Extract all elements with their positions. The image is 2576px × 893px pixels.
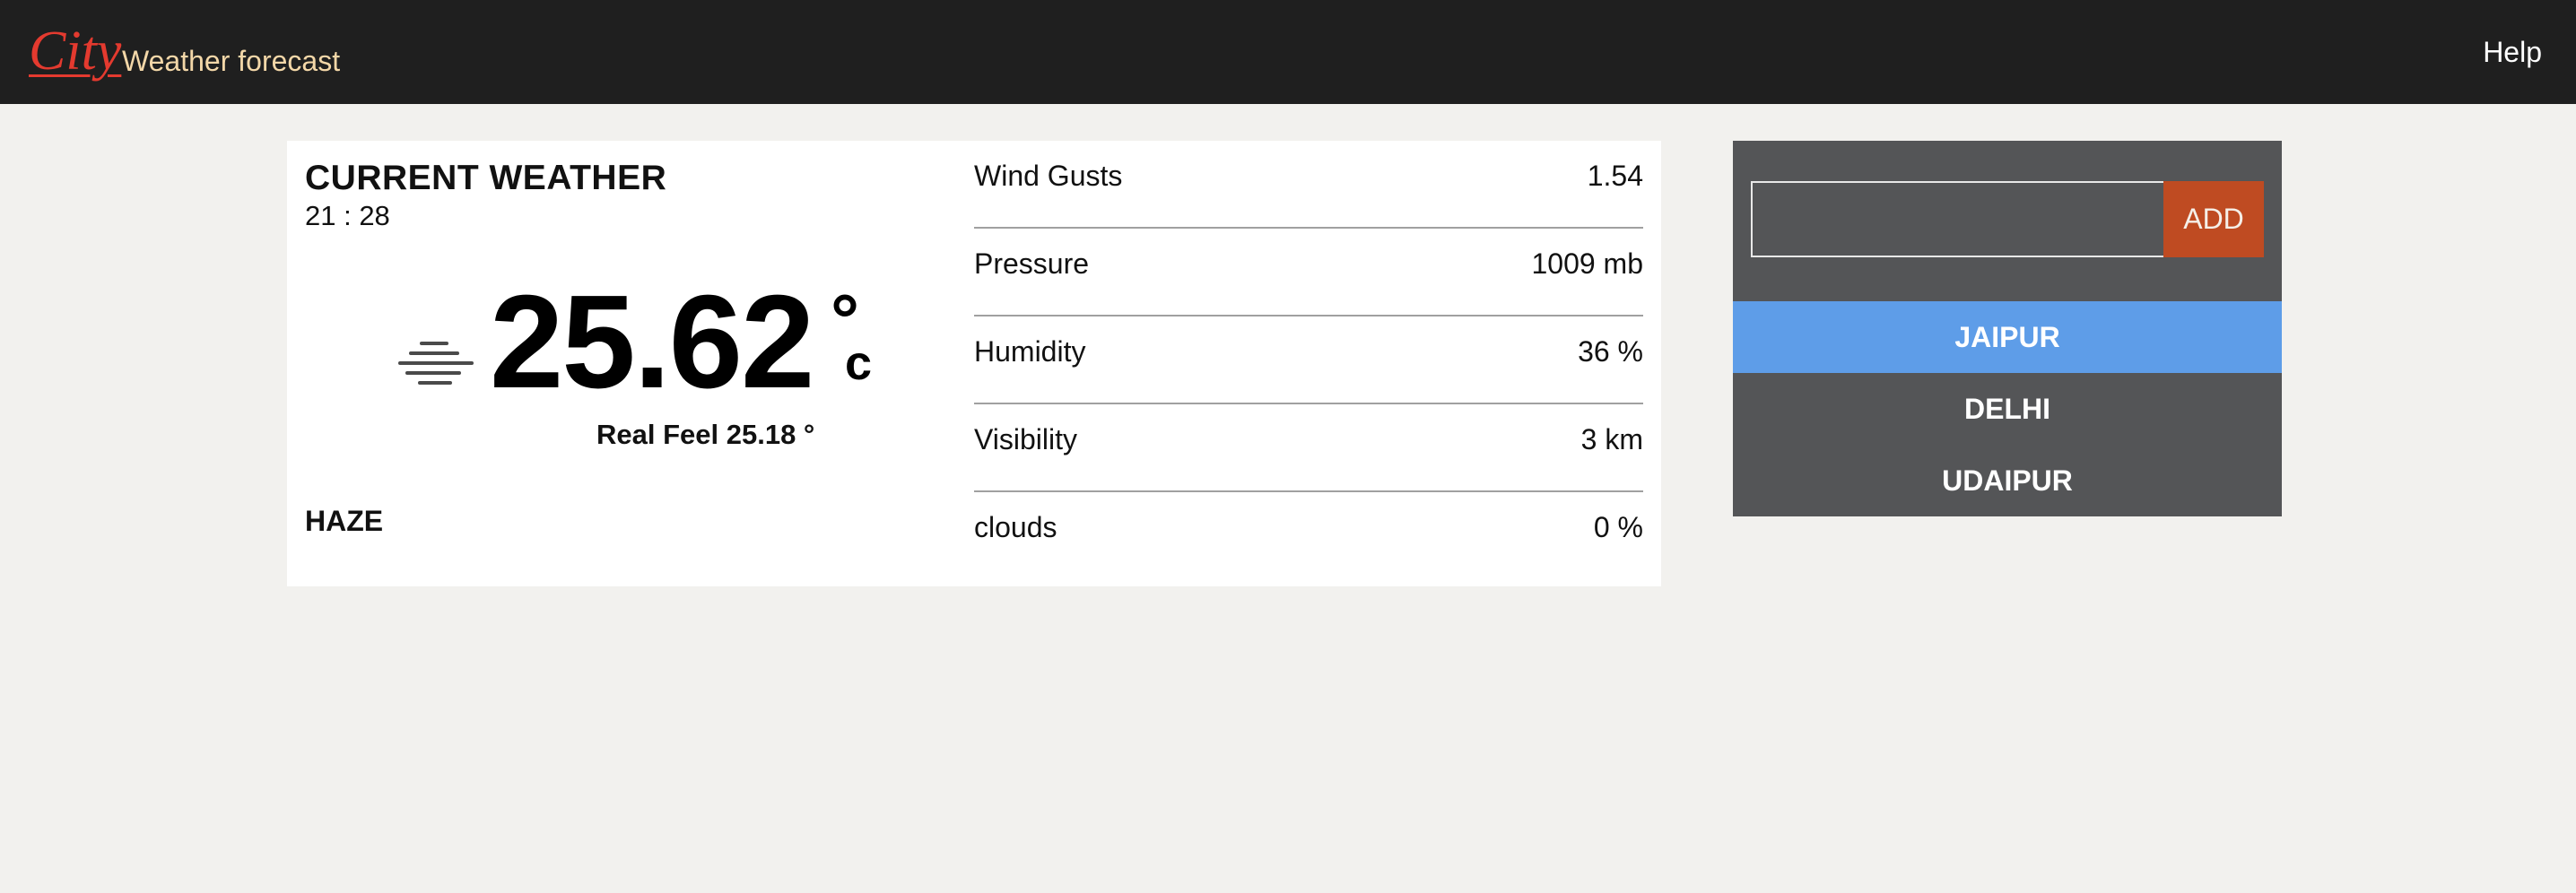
- detail-label: clouds: [974, 511, 1057, 543]
- help-link[interactable]: Help: [2483, 34, 2542, 70]
- city-item-jaipur[interactable]: JAIPUR: [1733, 301, 2282, 373]
- detail-row-humidity: Humidity 36 %: [974, 316, 1643, 404]
- detail-label: Wind Gusts: [974, 160, 1123, 192]
- add-city-button[interactable]: ADD: [2163, 181, 2264, 257]
- detail-value: 1.54: [1587, 160, 1643, 192]
- detail-value: 3 km: [1580, 423, 1643, 455]
- detail-row-wind-gusts: Wind Gusts 1.54: [974, 141, 1643, 229]
- haze-icon: [398, 342, 474, 385]
- detail-row-clouds: clouds 0 %: [974, 492, 1643, 580]
- weather-condition: HAZE: [305, 505, 384, 537]
- current-weather-title: CURRENT WEATHER: [305, 159, 667, 197]
- city-item-delhi[interactable]: DELHI: [1733, 373, 2282, 445]
- brand-logo-link[interactable]: City: [29, 20, 121, 82]
- temperature-unit: c: [845, 336, 873, 390]
- detail-value: 1009 mb: [1531, 247, 1643, 280]
- city-input[interactable]: [1751, 181, 2163, 257]
- current-time: 21 : 28: [305, 200, 390, 231]
- city-panel: ADD JAIPUR DELHI UDAIPUR: [1733, 141, 2282, 516]
- current-weather-card: CURRENT WEATHER 21 : 28 25.62 ° c Real F…: [287, 141, 1661, 586]
- detail-label: Pressure: [974, 247, 1090, 280]
- detail-row-visibility: Visibility 3 km: [974, 404, 1643, 492]
- detail-label: Humidity: [974, 335, 1086, 368]
- detail-row-pressure: Pressure 1009 mb: [974, 229, 1643, 316]
- detail-value: 0 %: [1593, 511, 1643, 543]
- weather-details-list: Wind Gusts 1.54 Pressure 1009 mb Humidit…: [974, 141, 1643, 580]
- city-item-udaipur[interactable]: UDAIPUR: [1733, 445, 2282, 516]
- city-list: JAIPUR DELHI UDAIPUR: [1733, 301, 2282, 516]
- real-feel: Real Feel 25.18 °: [596, 419, 815, 450]
- navbar: City Weather forecast Help: [0, 0, 2576, 104]
- brand-subtitle: Weather forecast: [122, 45, 341, 77]
- temperature-value: 25.62: [490, 268, 814, 416]
- detail-label: Visibility: [974, 423, 1077, 455]
- detail-value: 36 %: [1578, 335, 1643, 368]
